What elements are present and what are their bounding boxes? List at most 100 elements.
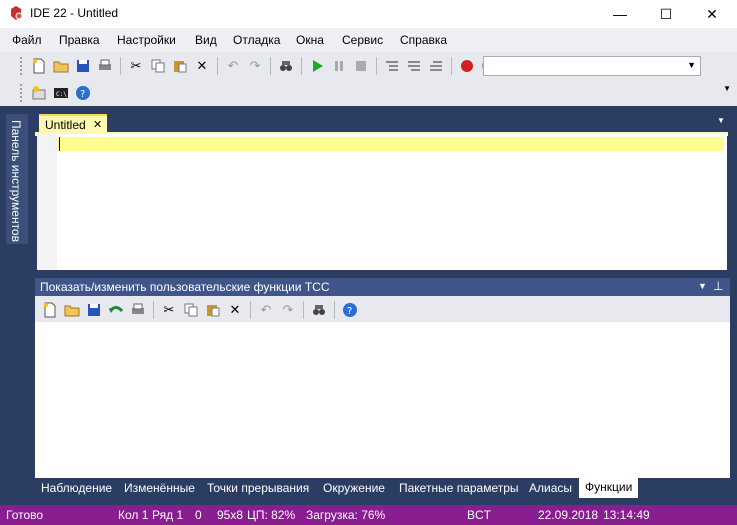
redo-icon[interactable]: ↷ bbox=[279, 301, 297, 319]
toolbar-separator bbox=[303, 301, 304, 319]
pause-icon[interactable] bbox=[330, 57, 348, 75]
toolbar-separator bbox=[270, 57, 271, 75]
functions-panel-header: Показать/изменить пользовательские функц… bbox=[35, 278, 730, 296]
status-column: Кол 1 bbox=[118, 508, 149, 522]
save-icon[interactable] bbox=[85, 301, 103, 319]
status-date: 22.09.2018 bbox=[538, 508, 599, 522]
close-icon[interactable]: ✕ bbox=[93, 118, 102, 131]
menu-service[interactable]: Сервис bbox=[342, 33, 383, 47]
run-icon[interactable] bbox=[308, 57, 326, 75]
refresh-icon[interactable] bbox=[107, 301, 125, 319]
toolbox-panel-tab[interactable]: Панель инструментов bbox=[6, 114, 28, 244]
cut-icon[interactable]: ✂ bbox=[127, 57, 145, 75]
find-icon[interactable] bbox=[310, 301, 328, 319]
print-icon[interactable] bbox=[129, 301, 147, 319]
app-icon bbox=[11, 6, 23, 20]
toolbar-separator bbox=[217, 57, 218, 75]
toolbar-overflow-icon[interactable]: ▼ bbox=[723, 84, 731, 93]
toolbar-separator bbox=[250, 301, 251, 319]
status-size: 95x8 bbox=[217, 508, 244, 522]
new-function-icon[interactable] bbox=[41, 301, 59, 319]
menu-file[interactable]: Файл bbox=[12, 33, 42, 47]
panel-toolbar-row: ✂ ✕ ↶ ↷ ? bbox=[39, 299, 361, 321]
chevron-down-icon[interactable]: ▼ bbox=[687, 60, 696, 70]
toolbar-separator bbox=[153, 301, 154, 319]
options-icon[interactable] bbox=[30, 84, 48, 102]
toolbar-separator bbox=[334, 301, 335, 319]
tab-modified[interactable]: Изменённые bbox=[124, 481, 195, 495]
record-icon[interactable] bbox=[458, 57, 476, 75]
title-bar: IDE 22 - Untitled — ☐ ✕ bbox=[0, 0, 737, 28]
toolbar-grip[interactable] bbox=[20, 57, 24, 75]
menu-windows[interactable]: Окна bbox=[296, 33, 324, 47]
step-over-icon[interactable] bbox=[405, 57, 423, 75]
status-mode: BCT bbox=[467, 508, 491, 522]
undo-icon[interactable]: ↶ bbox=[257, 301, 275, 319]
find-icon[interactable] bbox=[277, 57, 295, 75]
panel-dropdown-icon[interactable]: ▼ bbox=[698, 281, 707, 291]
delete-icon[interactable]: ✕ bbox=[193, 57, 211, 75]
cut-icon[interactable]: ✂ bbox=[160, 301, 178, 319]
panel-title: Показать/изменить пользовательские функц… bbox=[40, 280, 330, 294]
menu-view[interactable]: Вид bbox=[195, 33, 217, 47]
tab-breakpoints[interactable]: Точки прерывания bbox=[207, 481, 309, 495]
maximize-button[interactable]: ☐ bbox=[643, 0, 689, 28]
undo-icon[interactable]: ↶ bbox=[224, 57, 242, 75]
current-line-highlight bbox=[57, 137, 724, 151]
menu-edit[interactable]: Правка bbox=[59, 33, 100, 47]
toolbox-panel-label: Панель инструментов bbox=[9, 120, 23, 242]
open-folder-icon[interactable] bbox=[63, 301, 81, 319]
save-icon[interactable] bbox=[74, 57, 92, 75]
status-time: 13:14:49 bbox=[603, 508, 650, 522]
toolbar-separator bbox=[120, 57, 121, 75]
toolbar-row-1: ✂ ✕ ↶ ↷ bbox=[20, 55, 500, 77]
toolbar-grip[interactable] bbox=[20, 84, 24, 102]
step-out-icon[interactable] bbox=[427, 57, 445, 75]
step-into-icon[interactable] bbox=[383, 57, 401, 75]
window-title: IDE 22 - Untitled bbox=[30, 6, 119, 20]
redo-icon[interactable]: ↷ bbox=[246, 57, 264, 75]
new-file-icon[interactable] bbox=[30, 57, 48, 75]
print-icon[interactable] bbox=[96, 57, 114, 75]
tab-aliases[interactable]: Алиасы bbox=[529, 481, 572, 495]
svg-text:C:\: C:\ bbox=[56, 91, 67, 98]
status-cpu: ЦП: 82% bbox=[247, 508, 296, 522]
copy-icon[interactable] bbox=[149, 57, 167, 75]
menu-debug[interactable]: Отладка bbox=[233, 33, 280, 47]
svg-text:?: ? bbox=[80, 89, 85, 100]
menu-settings[interactable]: Настройки bbox=[117, 33, 176, 47]
minimize-button[interactable]: — bbox=[597, 0, 643, 28]
stop-icon[interactable] bbox=[352, 57, 370, 75]
help-icon[interactable]: ? bbox=[341, 301, 359, 319]
menu-help[interactable]: Справка bbox=[400, 33, 447, 47]
copy-icon[interactable] bbox=[182, 301, 200, 319]
tab-functions[interactable]: Функции bbox=[579, 478, 639, 498]
console-icon[interactable]: C:\ bbox=[52, 84, 70, 102]
toolbar-separator bbox=[451, 57, 452, 75]
close-button[interactable]: ✕ bbox=[689, 0, 735, 28]
help-icon[interactable]: ? bbox=[74, 84, 92, 102]
functions-panel-body[interactable] bbox=[35, 322, 730, 478]
document-tabs-dropdown-icon[interactable]: ▼ bbox=[717, 116, 725, 125]
tab-label: Untitled bbox=[45, 118, 86, 132]
menu-bar: Файл Правка Настройки Вид Отладка Окна С… bbox=[0, 28, 737, 52]
tab-environment[interactable]: Окружение bbox=[323, 481, 385, 495]
code-editor[interactable] bbox=[37, 134, 727, 270]
pin-icon[interactable]: ⊥ bbox=[713, 279, 723, 293]
tab-watch[interactable]: Наблюдение bbox=[41, 481, 112, 495]
svg-text:?: ? bbox=[347, 306, 352, 317]
text-caret bbox=[59, 137, 60, 151]
status-zero: 0 bbox=[195, 508, 202, 522]
toolbar-row-2: C:\ ? bbox=[20, 82, 94, 104]
paste-icon[interactable] bbox=[171, 57, 189, 75]
tab-batch-parameters[interactable]: Пакетные параметры bbox=[399, 481, 519, 495]
open-folder-icon[interactable] bbox=[52, 57, 70, 75]
delete-icon[interactable]: ✕ bbox=[226, 301, 244, 319]
paste-icon[interactable] bbox=[204, 301, 222, 319]
status-load: Загрузка: 76% bbox=[306, 508, 386, 522]
status-ready: Готово bbox=[6, 508, 44, 522]
toolbar-combo[interactable]: ▼ bbox=[483, 56, 701, 76]
toolbar-separator bbox=[376, 57, 377, 75]
tab-untitled[interactable]: Untitled ✕ bbox=[39, 114, 107, 133]
panel-toolbar: ✂ ✕ ↶ ↷ ? bbox=[35, 296, 730, 322]
